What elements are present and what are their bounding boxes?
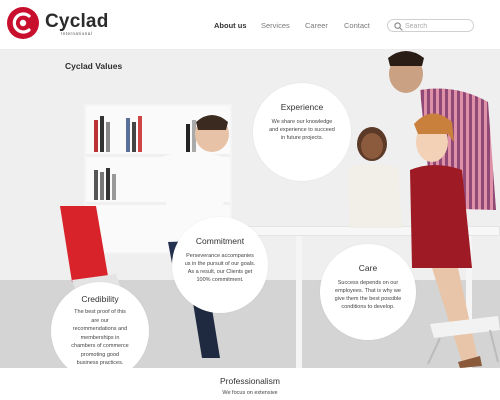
brand-tagline: International [61, 31, 93, 36]
value-title: Experience [280, 102, 324, 112]
nav-career[interactable]: Career [305, 21, 328, 30]
search-input[interactable] [405, 21, 471, 31]
section-text: We focus on extensive [222, 390, 278, 396]
white-chair-image [427, 316, 500, 365]
value-title: Credibility [81, 294, 119, 304]
value-credibility-card: Credibility The best proof of this are o… [51, 282, 149, 368]
value-experience-card: Experience We share our knowledge and ex… [253, 83, 351, 181]
section-title: Professionalism [220, 376, 280, 386]
value-description: The best proof of this are our recommend… [71, 309, 129, 366]
search-box[interactable] [387, 19, 474, 32]
desk-leg [296, 236, 302, 368]
nav-about-us[interactable]: About us [214, 21, 247, 30]
brand-name[interactable]: Cyclad [45, 11, 109, 33]
value-description: We share our knowledge and experience to… [269, 119, 335, 141]
value-care-card: Care Success depends on our employees. T… [320, 244, 416, 340]
search-icon[interactable] [394, 22, 403, 31]
values-heading: Cyclad Values [65, 61, 123, 71]
cyclad-logo-icon[interactable] [6, 6, 40, 40]
hero-section: Cyclad Values Experience We share our kn… [0, 50, 500, 368]
value-description: Perseverance accompanies us in the pursu… [184, 253, 256, 283]
next-section: Professionalism We focus on extensive [0, 368, 500, 400]
nav-services[interactable]: Services [261, 21, 290, 30]
value-title: Commitment [195, 236, 245, 246]
value-commitment-card: Commitment Perseverance accompanies us i… [172, 217, 268, 313]
site-header: Cyclad International About us Services C… [0, 0, 500, 50]
nav-contact[interactable]: Contact [344, 21, 370, 30]
value-title: Care [358, 263, 378, 273]
value-description: Success depends on our employees. That i… [334, 280, 402, 310]
